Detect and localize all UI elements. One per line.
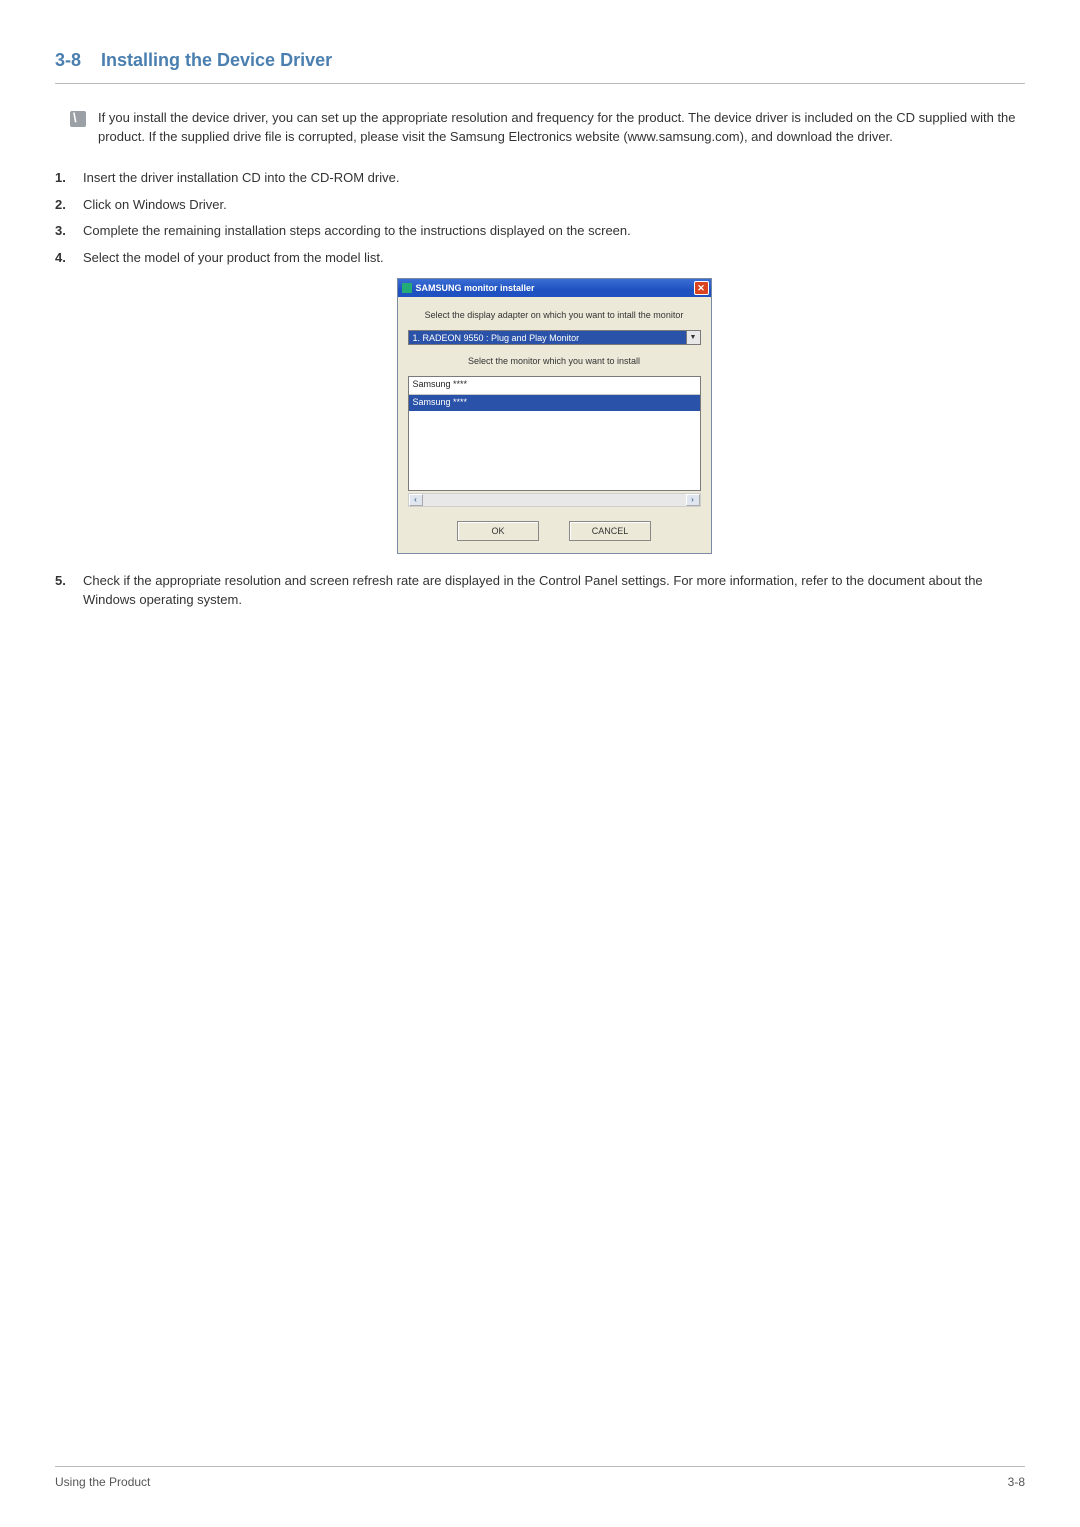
- step-4: Select the model of your product from th…: [55, 249, 1025, 554]
- section-title: Installing the Device Driver: [101, 50, 332, 70]
- close-icon[interactable]: ✕: [694, 281, 709, 295]
- ok-button[interactable]: OK: [457, 521, 539, 541]
- cancel-button[interactable]: CANCEL: [569, 521, 651, 541]
- note-icon: [70, 111, 86, 127]
- section-number: 3-8: [55, 50, 81, 70]
- chevron-down-icon[interactable]: ▼: [687, 330, 701, 345]
- step-1: Insert the driver installation CD into t…: [55, 169, 1025, 188]
- adapter-dropdown[interactable]: 1. RADEON 9550 : Plug and Play Monitor ▼: [408, 330, 701, 345]
- installer-body: Select the display adapter on which you …: [398, 297, 711, 553]
- page-footer: Using the Product 3-8: [55, 1466, 1025, 1489]
- step-2: Click on Windows Driver.: [55, 196, 1025, 215]
- list-item[interactable]: Samsung ****: [409, 377, 700, 393]
- adapter-label: Select the display adapter on which you …: [408, 309, 701, 322]
- footer-right: 3-8: [1008, 1475, 1025, 1489]
- scroll-right-icon[interactable]: ›: [686, 494, 700, 506]
- note-text: If you install the device driver, you ca…: [98, 109, 1025, 147]
- installer-titlebar: SAMSUNG monitor installer ✕: [398, 279, 711, 297]
- adapter-value: 1. RADEON 9550 : Plug and Play Monitor: [408, 330, 687, 345]
- monitor-label: Select the monitor which you want to ins…: [408, 355, 701, 368]
- scroll-track[interactable]: [423, 494, 686, 506]
- note-block: If you install the device driver, you ca…: [70, 109, 1025, 147]
- step-3: Complete the remaining installation step…: [55, 222, 1025, 241]
- app-icon: [402, 283, 412, 293]
- step-4-text: Select the model of your product from th…: [83, 250, 384, 265]
- horizontal-scrollbar[interactable]: ‹ ›: [408, 493, 701, 507]
- button-row: OK CANCEL: [408, 521, 701, 541]
- footer-left: Using the Product: [55, 1475, 150, 1489]
- window-title: SAMSUNG monitor installer: [416, 282, 694, 295]
- scroll-left-icon[interactable]: ‹: [409, 494, 423, 506]
- step-5: Check if the appropriate resolution and …: [55, 572, 1025, 610]
- monitor-list[interactable]: Samsung **** Samsung ****: [408, 376, 701, 491]
- installer-window: SAMSUNG monitor installer ✕ Select the d…: [397, 278, 712, 554]
- list-item[interactable]: Samsung ****: [409, 395, 700, 411]
- section-heading: 3-8 Installing the Device Driver: [55, 50, 1025, 84]
- instruction-list: Insert the driver installation CD into t…: [55, 169, 1025, 610]
